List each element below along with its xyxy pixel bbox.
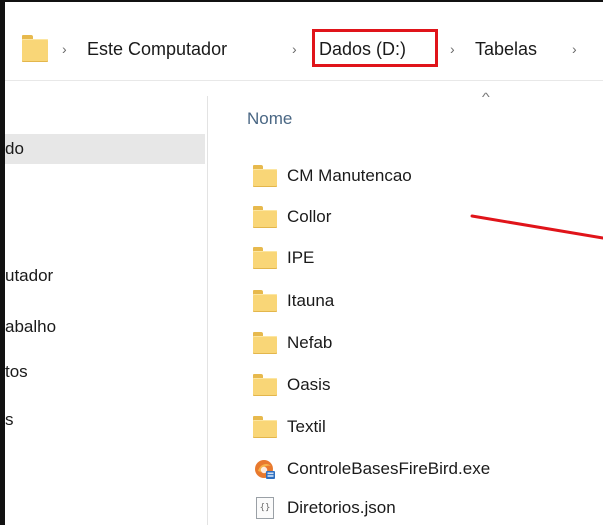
explorer-window: › Este Computador › Dados (D:) › Tabelas… [0, 0, 603, 525]
annotation-arrow-line [470, 214, 603, 240]
